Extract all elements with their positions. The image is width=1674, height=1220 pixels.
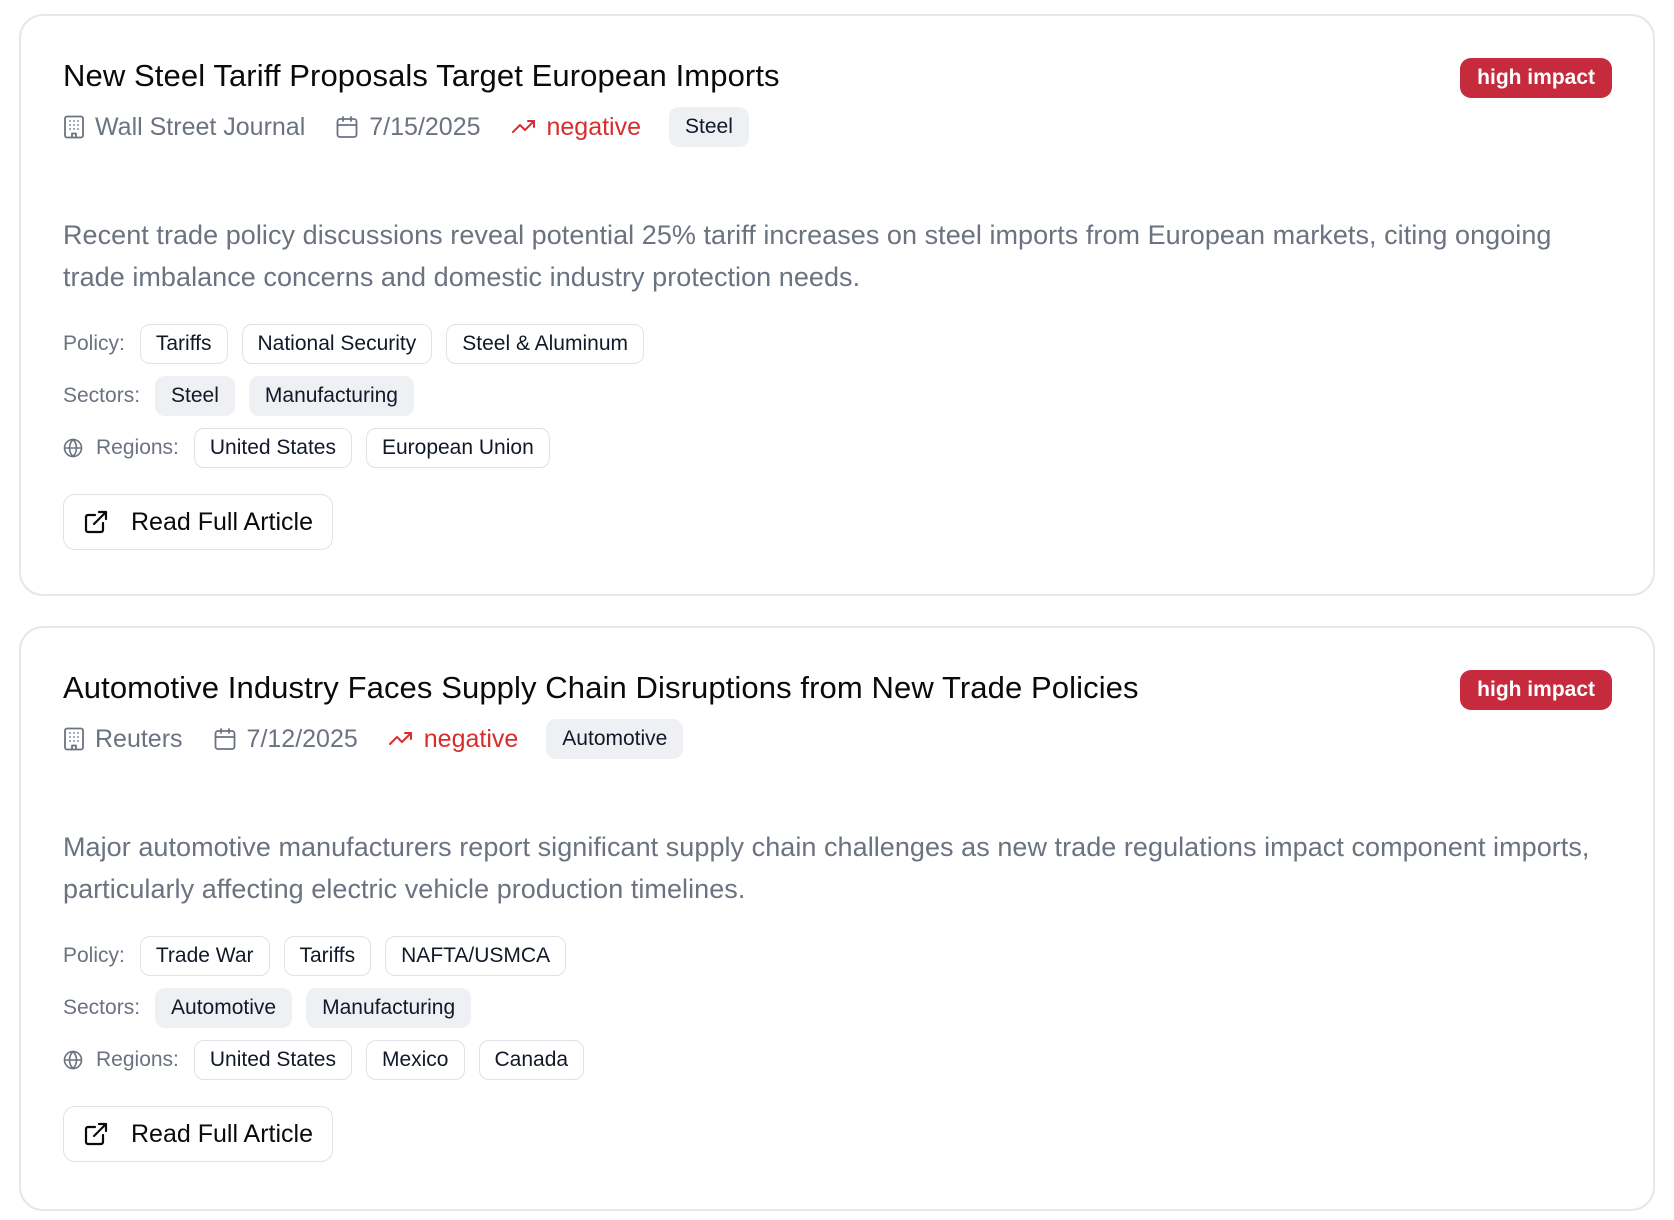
- sector-badge: Automotive: [546, 719, 684, 759]
- sentiment-label: negative: [546, 112, 642, 141]
- article-meta: Reuters 7/12/2025 negative Automotive: [63, 718, 1611, 760]
- policy-row: Policy: Tariffs National Security Steel & …: [63, 324, 1611, 364]
- regions-label-text: Regions:: [96, 1048, 179, 1071]
- sector-tag: Manufacturing: [248, 376, 414, 416]
- article-card: New Steel Tariff Proposals Target Europe…: [19, 14, 1655, 596]
- source-meta: Wall Street Journal: [63, 113, 305, 142]
- region-tag: European Union: [365, 428, 550, 468]
- article-summary: Recent trade policy discussions reveal p…: [63, 220, 1552, 292]
- read-full-article-button[interactable]: Read Full Article: [63, 494, 334, 550]
- trending-icon: [388, 732, 412, 745]
- article-date: 7/15/2025: [369, 112, 481, 141]
- policy-tag: Steel & Aluminum: [446, 324, 644, 364]
- article-meta: Wall Street Journal 7/15/2025 negative S…: [63, 106, 1611, 148]
- regions-row: Regions: United States Mexico Canada: [63, 1040, 1611, 1080]
- region-tag: Canada: [478, 1040, 585, 1080]
- article-title: Automotive Industry Faces Supply Chain D…: [63, 670, 1139, 705]
- read-full-article-button[interactable]: Read Full Article: [63, 1106, 334, 1162]
- external-link-icon: [84, 510, 108, 534]
- source-meta: Reuters: [63, 725, 183, 754]
- impact-badge: high impact: [1460, 58, 1612, 98]
- sentiment-label: negative: [423, 724, 519, 753]
- source-name: Wall Street Journal: [95, 112, 306, 141]
- article-list: New Steel Tariff Proposals Target Europe…: [0, 0, 1674, 1211]
- calendar-icon: [214, 728, 235, 750]
- region-tag: United States: [193, 1040, 352, 1080]
- policy-tag: National Security: [241, 324, 433, 364]
- policy-tag: NAFTA/USMCA: [385, 936, 567, 976]
- date-meta: 7/12/2025: [213, 725, 358, 754]
- sector-badge: Steel: [669, 107, 749, 147]
- regions-row: Regions: United States European Union: [63, 428, 1611, 468]
- policy-label: Policy:: [63, 944, 125, 967]
- sectors-label: Sectors:: [63, 996, 141, 1019]
- article-card: Automotive Industry Faces Supply Chain D…: [19, 626, 1655, 1211]
- read-full-article-label: Read Full Article: [131, 507, 314, 536]
- regions-label: Regions:: [63, 436, 179, 460]
- article-title: New Steel Tariff Proposals Target Europe…: [63, 58, 780, 93]
- source-name: Reuters: [95, 724, 183, 753]
- policy-tag: Trade War: [139, 936, 270, 976]
- sector-tag: Automotive: [155, 988, 293, 1028]
- sentiment-meta: negative: [511, 112, 642, 142]
- date-meta: 7/15/2025: [335, 112, 481, 142]
- policy-label: Policy:: [63, 332, 125, 355]
- building-icon: [64, 115, 84, 139]
- policy-tag: Tariffs: [139, 324, 228, 364]
- globe-icon: [63, 438, 83, 458]
- sector-tag: Steel: [155, 376, 235, 416]
- sentiment-meta: negative: [388, 724, 519, 754]
- sectors-label: Sectors:: [63, 384, 141, 407]
- calendar-icon: [336, 116, 358, 138]
- building-icon: [64, 727, 84, 751]
- region-tag: United States: [193, 428, 352, 468]
- trending-icon: [511, 120, 535, 133]
- sectors-row: Sectors: Steel Manufacturing: [63, 376, 1611, 416]
- policy-row: Policy: Trade War Tariffs NAFTA/USMCA: [63, 936, 1611, 976]
- regions-label: Regions:: [63, 1048, 179, 1072]
- sectors-row: Sectors: Automotive Manufacturing: [63, 988, 1611, 1028]
- article-date: 7/12/2025: [246, 724, 358, 753]
- globe-icon: [63, 1050, 83, 1070]
- sector-tag: Manufacturing: [306, 988, 472, 1028]
- external-link-icon: [84, 1122, 108, 1146]
- regions-label-text: Regions:: [96, 436, 179, 459]
- policy-tag: Tariffs: [283, 936, 372, 976]
- region-tag: Mexico: [365, 1040, 465, 1080]
- article-summary: Major automotive manufacturers report si…: [63, 832, 1590, 904]
- impact-badge: high impact: [1460, 670, 1612, 710]
- read-full-article-label: Read Full Article: [131, 1119, 314, 1148]
